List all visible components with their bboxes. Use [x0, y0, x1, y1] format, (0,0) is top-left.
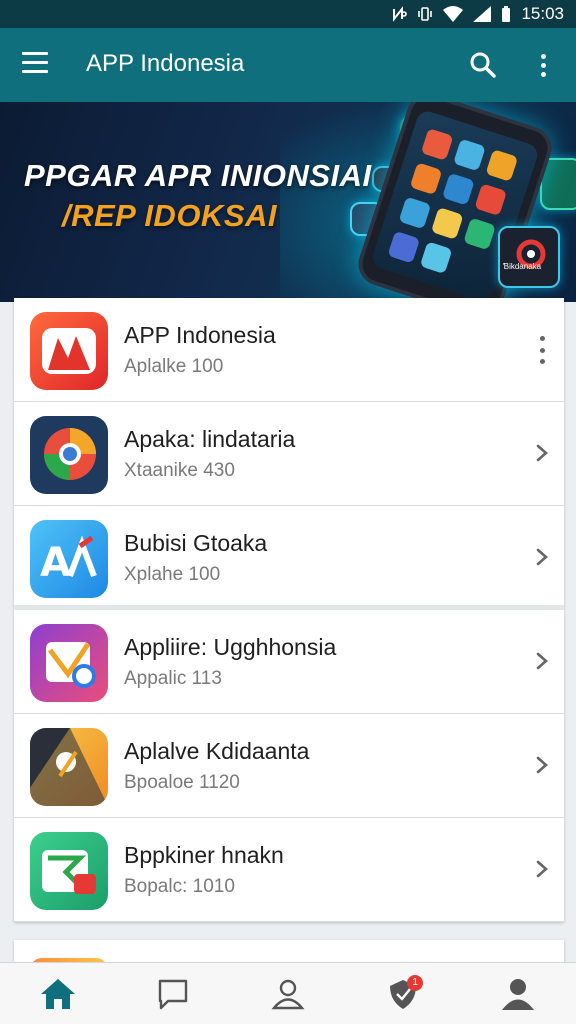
item-subtitle: Xplahe 100	[124, 564, 221, 585]
nav-profile[interactable]	[260, 969, 316, 1019]
nav-chat[interactable]	[145, 969, 201, 1019]
app-icon	[30, 312, 108, 390]
chat-icon	[158, 979, 187, 1009]
nav-account[interactable]	[490, 969, 546, 1019]
list-item[interactable]: Aplalve Kdidaanta Bpoaloe 1120	[14, 714, 564, 818]
chevron-right-icon[interactable]	[534, 650, 550, 672]
nfc-icon	[391, 6, 408, 22]
status-bar: 15:03	[0, 0, 576, 28]
banner-subheadline: /REP IDOKSAI	[62, 198, 277, 233]
chevron-right-icon[interactable]	[534, 858, 550, 880]
app-title: APP Indonesia	[86, 50, 245, 77]
chevron-right-icon[interactable]	[534, 546, 550, 568]
nav-home[interactable]	[30, 969, 86, 1019]
app-icon	[30, 832, 108, 910]
app-icon: A	[30, 520, 108, 598]
app-icon	[30, 728, 108, 806]
app-list: APP Indonesia Aplalke 100 Apaka: lindata…	[14, 298, 564, 922]
list-item[interactable]: Bppkiner hnakn Bopalc: 1010	[14, 818, 564, 922]
profile-icon	[271, 979, 305, 1009]
menu-icon[interactable]	[22, 52, 50, 78]
item-title: Appliire: Ugghhonsia	[124, 634, 337, 660]
item-subtitle: Bpoaloe 1120	[124, 772, 240, 793]
notification-badge: 1	[407, 974, 424, 991]
bottom-nav: 1	[0, 962, 576, 1024]
item-title: Apaka: lindataria	[124, 426, 296, 452]
list-item[interactable]: Appliire: Ugghhonsia Appalic 113	[14, 610, 564, 714]
promo-banner[interactable]: Ɓikdanaka PPGAR APR INIONSIAI /REP IDOKS…	[0, 102, 576, 302]
more-vert-icon[interactable]	[532, 50, 554, 80]
account-icon	[502, 978, 535, 1010]
banner-headline: PPGAR APR INIONSIAI	[24, 158, 372, 193]
app-bar: APP Indonesia	[0, 28, 576, 102]
list-item[interactable]: A Bubisi Gtoaka Xplahe 100	[14, 506, 564, 610]
status-time: 15:03	[521, 4, 564, 23]
signal-icon	[473, 6, 492, 22]
item-subtitle: Aplalke 100	[124, 356, 224, 377]
app-tile-icon	[498, 226, 560, 288]
app-icon	[30, 624, 108, 702]
item-title: Aplalve Kdidaanta	[124, 738, 310, 764]
item-title: Bubisi Gtoaka	[124, 530, 268, 556]
search-icon[interactable]	[468, 50, 498, 80]
more-vert-icon[interactable]	[538, 336, 546, 364]
item-subtitle: Appalic 113	[124, 668, 222, 689]
list-item[interactable]: Apaka: lindataria Xtaanike 430	[14, 402, 564, 506]
nav-shield[interactable]: 1	[375, 969, 431, 1019]
item-title: APP Indonesia	[124, 322, 276, 348]
phone-icon-label: Ɓikdanaka	[503, 262, 542, 271]
chevron-right-icon[interactable]	[534, 754, 550, 776]
item-title: Bppkiner hnakn	[124, 842, 284, 868]
app-icon	[30, 416, 108, 494]
home-icon	[40, 978, 75, 1009]
item-subtitle: Bopalc: 1010	[124, 876, 235, 897]
wifi-icon	[443, 6, 464, 22]
battery-icon	[501, 6, 511, 22]
chevron-right-icon[interactable]	[534, 442, 550, 464]
item-subtitle: Xtaanike 430	[124, 460, 235, 481]
svg-text:A: A	[40, 540, 71, 586]
vibrate-icon	[417, 6, 433, 22]
list-item[interactable]: APP Indonesia Aplalke 100	[14, 298, 564, 402]
